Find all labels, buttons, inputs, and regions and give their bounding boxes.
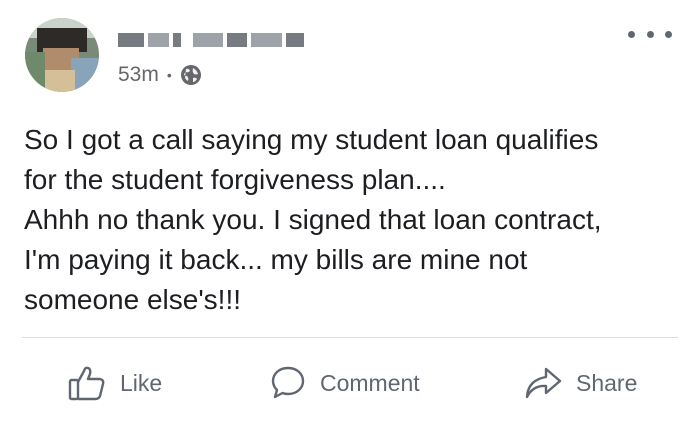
post-body-line: for the student forgiveness plan.... (24, 164, 446, 195)
share-button[interactable]: Share (524, 352, 637, 414)
globe-icon[interactable] (180, 64, 202, 86)
timestamp[interactable]: 53m (118, 63, 159, 87)
comment-button[interactable]: Comment (270, 352, 420, 414)
post-body: So I got a call saying my student loan q… (24, 120, 684, 320)
share-label: Share (576, 369, 638, 396)
post-body-line: So I got a call saying my student loan q… (24, 124, 599, 155)
post-meta: 53m • (118, 62, 202, 88)
more-options-icon[interactable] (628, 24, 672, 44)
divider (22, 337, 678, 338)
post-body-line: someone else's!!! (24, 284, 242, 315)
avatar[interactable] (25, 18, 99, 92)
meta-separator: • (166, 67, 172, 83)
comment-bubble-icon (270, 365, 306, 401)
like-label: Like (120, 369, 163, 396)
comment-label: Comment (320, 369, 420, 396)
post-body-line: Ahhh no thank you. I signed that loan co… (24, 204, 602, 235)
thumbs-up-icon (68, 365, 106, 401)
like-button[interactable]: Like (68, 352, 162, 414)
action-bar: Like Comment Share (0, 352, 700, 414)
post-body-line: I'm paying it back... my bills are mine … (24, 244, 528, 275)
post-card: [blurred name] 53m • So I got a call say… (0, 0, 700, 422)
share-arrow-icon (524, 366, 562, 400)
author-name[interactable]: [blurred name] (118, 28, 304, 52)
